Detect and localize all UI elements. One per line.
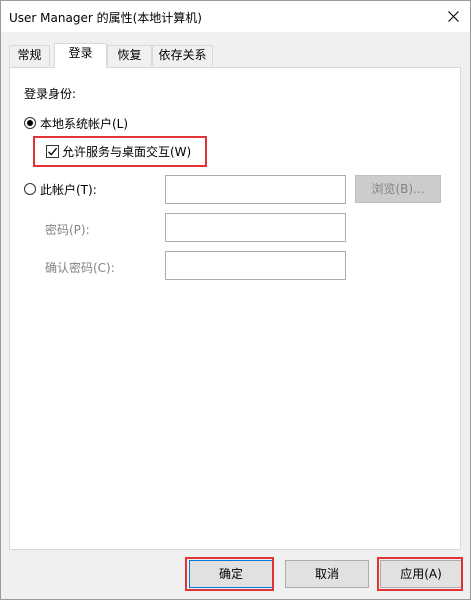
this-account-radio[interactable] [24,183,36,195]
close-icon [447,11,459,22]
tab-recovery[interactable]: 恢复 [107,45,152,66]
this-account-label[interactable]: 此帐户(T): [40,181,97,198]
cancel-button[interactable]: 取消 [285,560,369,588]
confirm-password-label: 确认密码(C): [45,261,115,275]
password-label: 密码(P): [45,223,90,237]
browse-button[interactable]: 浏览(B)... [355,175,441,203]
window-title: User Manager 的属性(本地计算机) [9,11,202,25]
local-system-label[interactable]: 本地系统帐户(L) [40,115,128,132]
local-system-radio[interactable] [24,117,36,129]
ok-button[interactable]: 确定 [189,560,273,588]
logon-as-label: 登录身份: [24,87,77,101]
checkmark-icon [48,147,58,156]
tab-general[interactable]: 常规 [9,45,50,66]
allow-desktop-checkbox[interactable] [46,145,59,158]
tab-dependencies[interactable]: 依存关系 [152,45,213,66]
properties-dialog: User Manager 的属性(本地计算机) 常规 登录 恢复 依存关系 登录… [0,0,471,600]
apply-button[interactable]: 应用(A) [380,560,462,588]
confirm-password-input[interactable] [165,251,346,280]
close-button[interactable] [436,1,470,32]
title-bar: User Manager 的属性(本地计算机) [1,1,470,32]
tab-panel-logon: 登录身份: 本地系统帐户(L) 允许服务与桌面交互(W) 此帐户(T): 浏览(… [9,67,461,550]
account-input[interactable] [165,175,346,204]
tab-logon[interactable]: 登录 [54,43,107,68]
allow-desktop-label[interactable]: 允许服务与桌面交互(W) [62,143,191,160]
password-input[interactable] [165,213,346,242]
